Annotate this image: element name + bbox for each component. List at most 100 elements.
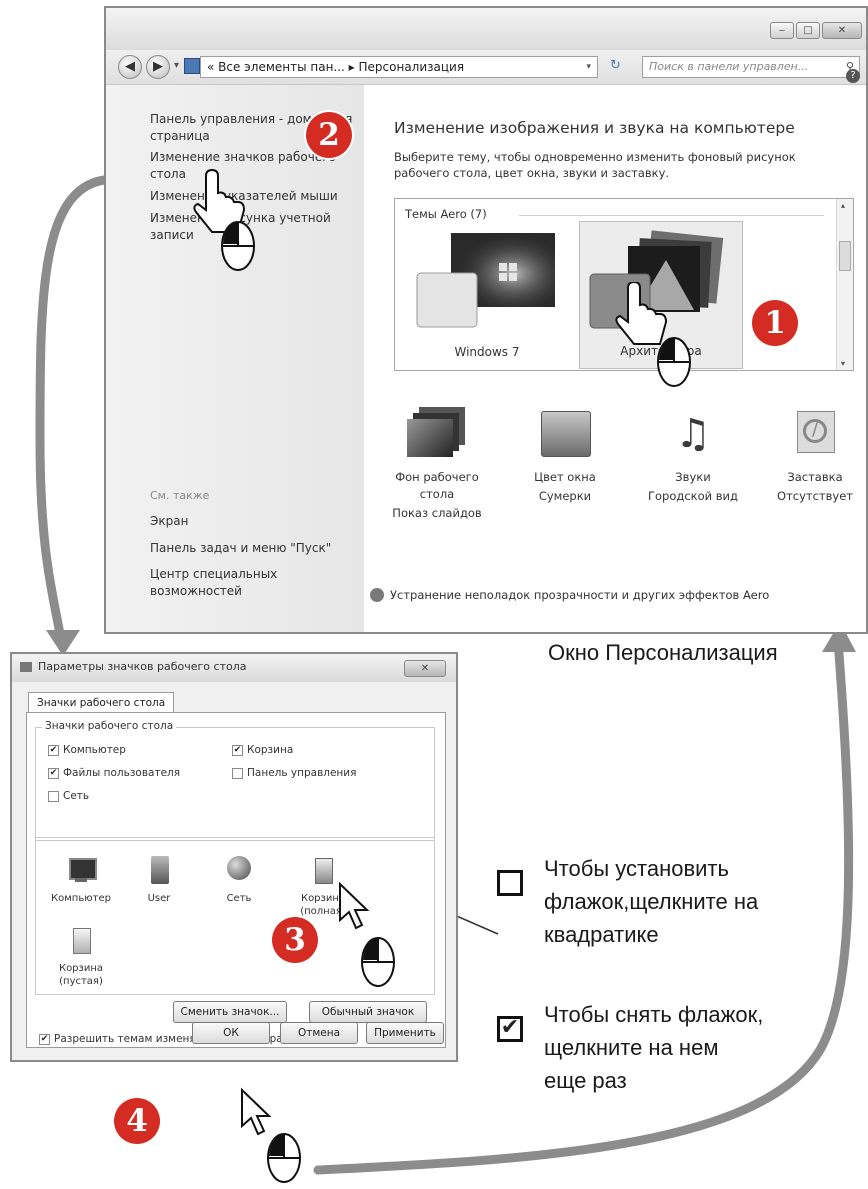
user-folder-icon [143,854,175,886]
refresh-icon[interactable]: ↻ [610,58,621,73]
back-arrow-icon[interactable]: ◀ [118,55,142,79]
checkbox-box[interactable] [48,790,59,802]
address-row: ◀ ▶ ▾ « Все элементы пан... ▸ Персонализ… [106,50,866,85]
checkbox-label: Панель управления [247,767,357,779]
checkbox-label: Сеть [63,790,90,802]
icon-label: Компьютер [51,893,111,904]
see-also-heading: См. также [150,489,210,502]
checkbox-label: Файлы пользователя [63,767,181,779]
desktop-icons-group: Значки рабочего стола ✔ Компьютер ✔ Корзин… [35,720,435,841]
sounds-icon: ♫ [675,411,711,457]
theme-windows7[interactable]: Windows 7 [405,221,569,369]
scroll-up-icon[interactable]: ▴ [841,201,845,210]
step-badge-3: 3 [272,917,318,963]
recycle-bin-checkbox[interactable]: ✔ Корзина [232,744,293,756]
control-panel-icon [184,58,200,74]
cancel-button[interactable]: Отмена [280,1022,358,1044]
themes-scrollbar[interactable]: ▴ ▾ [836,199,853,370]
recycle-bin-empty-icon-item[interactable]: Корзина (пустая) [44,924,118,988]
scroll-thumb[interactable] [839,241,851,271]
checkbox-box[interactable] [232,767,243,779]
network-checkbox[interactable]: Сеть [48,790,89,802]
dialog-close-button[interactable]: ✕ [404,660,446,677]
recycle-bin-empty-icon [65,924,97,956]
taskbar-start-menu-link[interactable]: Панель задач и меню "Пуск" [150,540,362,557]
title-bar: ‒ □ ✕ [106,8,866,50]
close-button[interactable]: ✕ [822,22,862,39]
check-instruction: Чтобы установить флажок,щелкните на квад… [544,856,759,947]
user-files-checkbox[interactable]: ✔ Файлы пользователя [48,767,180,779]
window-color-icon [533,405,597,463]
network-icon-item[interactable]: Сеть [202,854,276,905]
recycle-bin-full-icon [307,854,339,886]
screensaver-value: Отсутствует [777,489,853,503]
uncheck-instruction: Чтобы снять флажок, щелкните на нем еще … [544,1002,764,1093]
window-color-setting[interactable]: Цвет окна Сумерки [506,405,624,505]
breadcrumb[interactable]: « Все элементы пан... ▸ Персонализация [207,60,464,74]
computer-checkbox[interactable]: ✔ Компьютер [48,744,126,756]
checkbox-box[interactable]: ✔ [48,744,59,756]
address-bar[interactable]: « Все элементы пан... ▸ Персонализация ▾ [200,56,598,78]
aero-themes-heading: Темы Aero (7) [405,207,487,221]
scroll-down-icon[interactable]: ▾ [841,359,845,368]
computer-icon-item[interactable]: Компьютер [44,854,118,905]
network-icon [223,854,255,886]
dialog-title-bar: Параметры значков рабочего стола ✕ [12,654,456,682]
sounds-value: Городской вид [648,489,738,503]
desktop-background-label: Фон рабочего стола [395,470,479,501]
group-title: Значки рабочего стола [42,720,177,732]
desktop-icon-settings-dialog: Параметры значков рабочего стола ✕ Значк… [10,652,458,1062]
control-panel-checkbox[interactable]: Панель управления [232,767,356,779]
desktop-background-icon [405,405,469,463]
shield-icon [370,588,384,602]
checkbox-box[interactable]: ✔ [232,744,243,756]
arrow-cursor-with-mouse-icon [339,881,395,987]
desktop-background-setting[interactable]: Фон рабочего стола Показ слайдов [378,405,496,522]
address-dropdown-icon[interactable]: ▾ [586,57,591,77]
icon-label: Корзина (пустая) [58,963,104,987]
unchecked-box-icon [497,870,523,896]
minimize-button[interactable]: ‒ [770,22,794,39]
screensaver-setting[interactable]: / Заставка Отсутствует [756,405,866,505]
theme-label: Windows 7 [454,345,520,359]
checkbox-box[interactable]: ✔ [39,1033,50,1045]
screensaver-icon: / [783,405,847,463]
search-input[interactable]: Поиск в панели управлен... ⚲ [642,56,860,78]
checkbox-box[interactable]: ✔ [48,767,59,779]
user-icon-item[interactable]: User [122,854,196,905]
forward-arrow-icon[interactable]: ▶ [146,55,170,79]
apply-button[interactable]: Применить [366,1022,444,1044]
change-icon-button[interactable]: Сменить значок... [173,1001,287,1023]
icon-label: Сеть [226,893,252,904]
step-badge-2: 2 [306,112,352,158]
windows7-theme-preview [416,233,555,328]
sounds-setting[interactable]: ♫ Звуки Городской вид [634,405,752,505]
screensaver-label: Заставка [787,470,843,484]
arrow-cursor-with-mouse-icon [241,1087,301,1183]
aero-troubleshoot-link[interactable]: Устранение неполадок прозрачности и друг… [390,588,769,602]
ok-button[interactable]: ОК [192,1022,270,1044]
checked-box-icon: ✔ [497,1016,523,1042]
computer-icon [65,854,97,886]
ease-of-access-link[interactable]: Центр специальных возможностей [150,566,320,600]
checkbox-label: Компьютер [63,744,126,756]
default-icon-button[interactable]: Обычный значок [309,1001,427,1023]
display-link[interactable]: Экран [150,513,362,530]
group-divider [519,215,824,216]
page-subtitle: Выберите тему, чтобы одновременно измени… [394,150,796,180]
window-controls: ‒ □ ✕ [770,22,862,39]
checkbox-label: Корзина [247,744,294,756]
maximize-button[interactable]: □ [796,22,820,39]
tab-desktop-icons[interactable]: Значки рабочего стола [28,692,175,713]
hand-cursor-with-mouse-icon [193,168,255,271]
help-icon[interactable]: ? [846,69,860,83]
sounds-label: Звуки [675,470,711,484]
step-badge-1: 1 [752,300,798,346]
page-title: Изменение изображения и звука на компьют… [394,119,795,137]
dialog-app-icon [20,662,32,672]
icon-label: User [147,893,171,904]
step-badge-4: 4 [114,1098,160,1144]
window-color-value: Сумерки [538,489,592,503]
recent-pages-chevron-icon[interactable]: ▾ [174,60,179,71]
search-placeholder: Поиск в панели управлен... [649,60,809,73]
